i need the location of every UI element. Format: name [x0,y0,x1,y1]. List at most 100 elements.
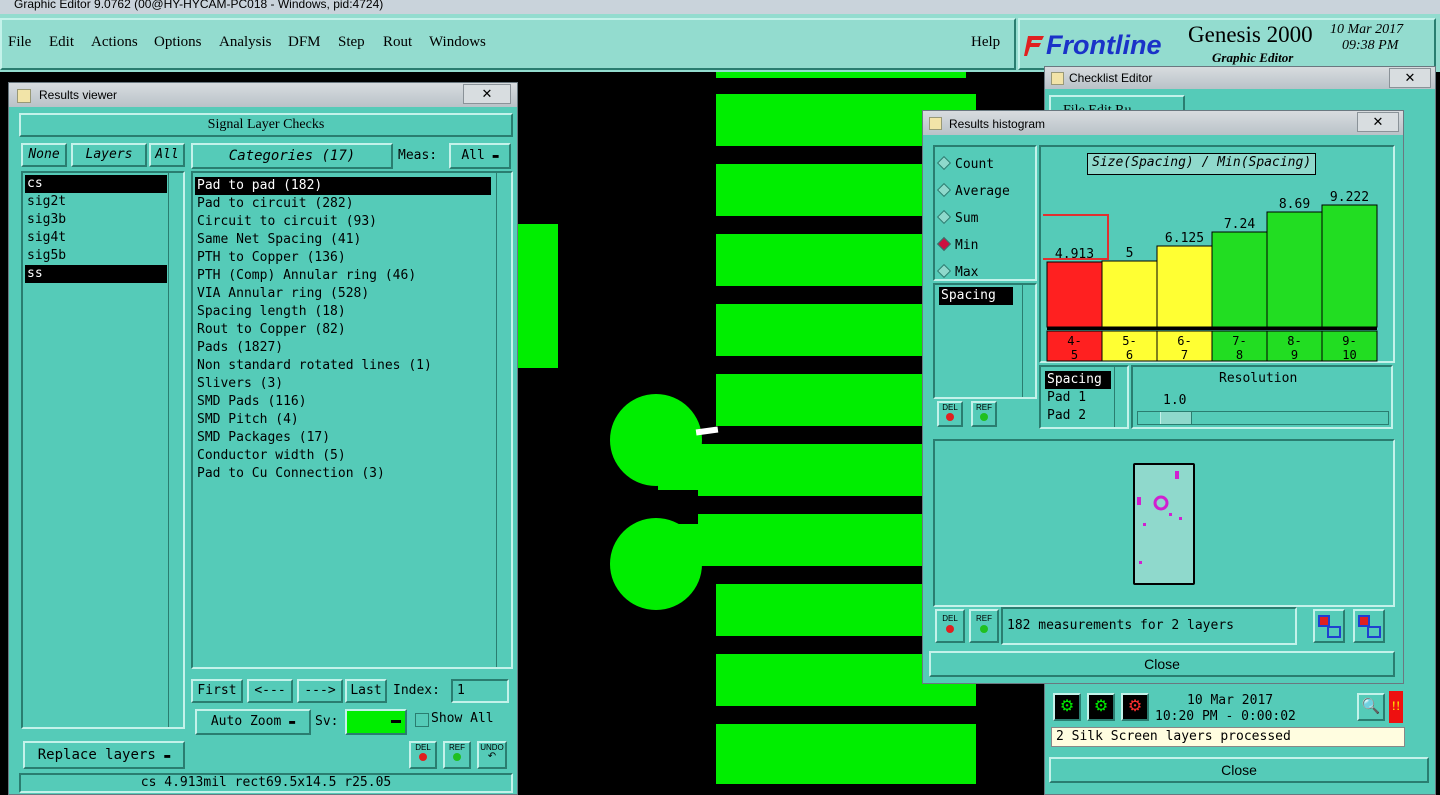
measure-list: Spacing Pad 1 Pad 2 [1039,365,1129,429]
radio-max[interactable]: Max [936,261,978,280]
measure-list-item[interactable]: Spacing [1045,371,1111,389]
first-button[interactable]: First [191,679,243,703]
run-icon[interactable]: ⚙ [1053,693,1081,721]
copper-finger [716,72,966,78]
category-list-item[interactable]: PTH (Comp) Annular ring (46) [195,267,416,285]
category-list-item[interactable]: PTH to Copper (136) [195,249,346,267]
checklist-close-icon[interactable]: ✕ [1389,68,1431,88]
layer-list-item[interactable]: sig3b [25,211,167,229]
prev-button[interactable]: <--- [247,679,293,703]
next-button[interactable]: ---> [297,679,343,703]
all-button[interactable]: All [149,143,185,167]
histogram-bar[interactable] [1101,260,1158,328]
menu-analysis[interactable]: Analysis [219,34,272,51]
menu-windows[interactable]: Windows [429,34,486,51]
resolution-slider-thumb[interactable] [1160,412,1192,424]
histogram-close-icon[interactable]: ✕ [1357,112,1399,132]
checklist-close-button[interactable]: Close [1049,757,1429,783]
none-button[interactable]: None [21,143,67,167]
histogram-close-button[interactable]: Close [929,651,1395,677]
hist-ref-label-top: REF [976,403,992,412]
sv-color-dropdown[interactable]: ▬ [345,709,407,735]
replace-layers-dropdown[interactable]: Replace layers ▬ [23,741,185,769]
histogram-bar[interactable] [1046,261,1103,328]
replace-layers-label: Replace layers [37,747,156,763]
radio-average[interactable]: Average [936,180,1010,199]
field-list-scrollbar[interactable] [1022,285,1035,397]
hist-del-button[interactable]: DEL [935,609,965,643]
export-icon[interactable] [1313,609,1345,643]
results-viewer-close-icon[interactable]: ✕ [463,84,511,104]
category-list-item[interactable]: Pad to Cu Connection (3) [195,465,385,483]
layers-scrollbar[interactable] [168,173,183,727]
menu-actions[interactable]: Actions [91,34,138,51]
menu-help[interactable]: Help [971,34,1000,51]
category-list-item[interactable]: Rout to Copper (82) [195,321,346,339]
histogram-summary-text: 182 measurements for 2 layers [1007,618,1234,633]
layer-list-item[interactable]: cs [25,175,167,193]
category-list-item[interactable]: Same Net Spacing (41) [195,231,361,249]
category-list-item[interactable]: SMD Packages (17) [195,429,330,447]
results-status-bar: cs 4.913mil rect69.5x14.5 r25.05 [19,773,513,793]
layer-list-item[interactable]: sig5b [25,247,167,265]
radio-diamond-selected-icon [936,236,952,252]
histogram-bar[interactable] [1156,245,1213,328]
category-list-item[interactable]: SMD Pitch (4) [195,411,299,429]
category-list-item[interactable]: Slivers (3) [195,375,283,393]
pad-neck [658,524,718,564]
field-list-item[interactable]: Spacing [939,287,1013,305]
resolution-slider[interactable] [1137,411,1389,425]
category-list-item[interactable]: VIA Annular ring (528) [195,285,369,303]
menu-dfm[interactable]: DFM [288,34,321,51]
category-list-item[interactable]: Non standard rotated lines (1) [195,357,432,375]
import-icon[interactable] [1353,609,1385,643]
category-list-item[interactable]: Pads (1827) [195,339,283,357]
category-list-item[interactable]: Pad to pad (182) [195,177,491,195]
run-all-icon[interactable]: ⚙ [1087,693,1115,721]
green-dot-icon [980,413,988,421]
radio-count[interactable]: Count [936,153,994,172]
del-button[interactable]: DEL [409,741,437,769]
zoom-icon[interactable]: 🔍 [1357,693,1385,721]
auto-zoom-dropdown[interactable]: Auto Zoom ▬ [195,709,311,735]
hist-del-button-top[interactable]: DEL [937,401,963,427]
category-list-item[interactable]: SMD Pads (116) [195,393,307,411]
category-list-item[interactable]: Conductor width (5) [195,447,346,465]
category-list-item[interactable]: Pad to circuit (282) [195,195,354,213]
product-subtitle: Graphic Editor [1212,50,1294,65]
meas-dropdown[interactable]: All ▬ [449,143,511,169]
index-input-value: 1 [457,683,465,698]
measure-list-item[interactable]: Pad 2 [1045,407,1086,425]
menu-rout[interactable]: Rout [383,34,412,51]
menu-file[interactable]: File [8,34,31,51]
histogram-bar[interactable] [1321,204,1378,328]
show-all-checkbox[interactable] [415,713,429,727]
ref-button[interactable]: REF [443,741,471,769]
radio-sum[interactable]: Sum [936,207,978,226]
histogram-bar[interactable] [1266,211,1323,328]
index-label: Index: [393,683,440,698]
brand-panel: Frontline Genesis 2000 Graphic Editor 10… [1018,18,1436,70]
categories-scrollbar[interactable] [496,173,511,667]
menu-edit[interactable]: Edit [49,34,74,51]
bar-value-label: 6.125 [1165,231,1204,246]
layer-list-item[interactable]: sig4t [25,229,167,247]
hist-ref-button[interactable]: REF [969,609,999,643]
hist-ref-button-top[interactable]: REF [971,401,997,427]
histogram-bar[interactable] [1211,231,1268,328]
measure-list-scrollbar[interactable] [1114,367,1127,427]
results-viewer-title: Results viewer [39,88,118,102]
radio-min[interactable]: Min [936,234,978,253]
category-list-item[interactable]: Spacing length (18) [195,303,346,321]
layer-list-item[interactable]: sig2t [25,193,167,211]
layer-list-item[interactable]: ss [25,265,167,283]
undo-button[interactable]: UNDO ↶ [477,741,507,769]
menu-options[interactable]: Options [154,34,202,51]
category-list-item[interactable]: Circuit to circuit (93) [195,213,377,231]
run-error-icon[interactable]: ⚙ [1121,693,1149,721]
last-button[interactable]: Last [345,679,387,703]
index-input[interactable]: 1 [451,679,509,703]
categories-label: Categories (17) [191,143,393,169]
measure-list-item[interactable]: Pad 1 [1045,389,1086,407]
menu-step[interactable]: Step [338,34,365,51]
